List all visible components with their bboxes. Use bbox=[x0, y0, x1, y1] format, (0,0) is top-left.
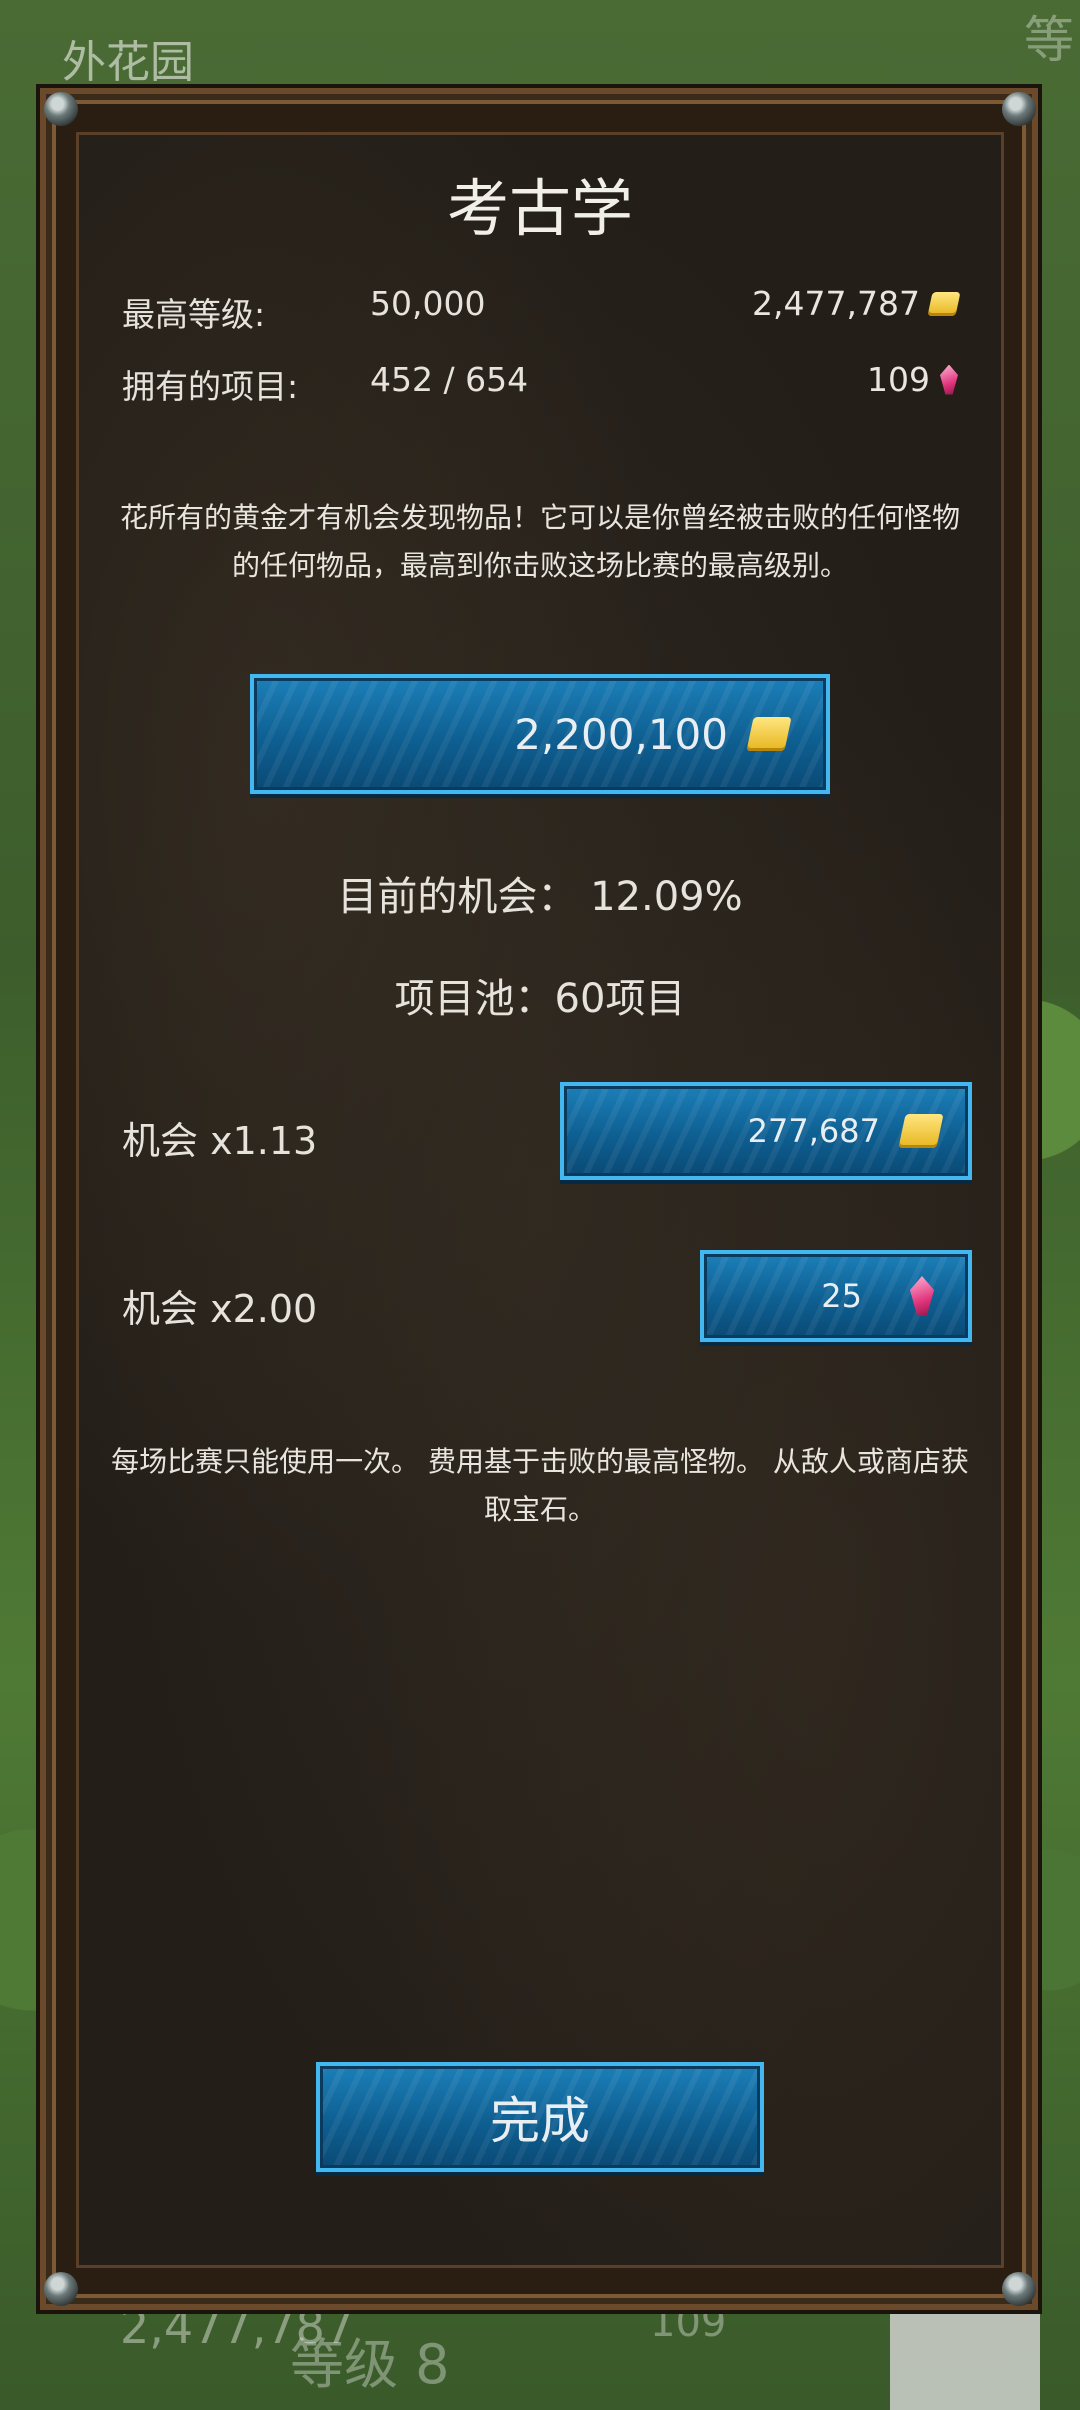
dialog-title: 考古学 bbox=[446, 172, 633, 245]
rivet-icon bbox=[1002, 92, 1036, 126]
items-owned-value: 452 / 654 bbox=[370, 360, 529, 399]
chance-x1-13-button[interactable]: 277,687 bbox=[560, 1082, 972, 1180]
spend-gold-button[interactable]: 2,200,100 bbox=[250, 674, 830, 794]
gem-icon bbox=[940, 364, 958, 395]
gold-total-value: 2,477,787 bbox=[752, 284, 920, 323]
chance-x1-13-cost: 277,687 bbox=[747, 1112, 880, 1150]
gold-icon bbox=[746, 717, 792, 751]
gold-icon bbox=[898, 1114, 944, 1148]
item-pool: 项目池：60项目 bbox=[394, 976, 686, 1022]
chance-x2-00-cost: 25 bbox=[821, 1277, 862, 1315]
spend-gold-value: 2,200,100 bbox=[514, 709, 728, 759]
done-button[interactable]: 完成 bbox=[316, 2062, 764, 2172]
gold-icon bbox=[927, 291, 961, 316]
items-owned-label: 拥有的项目: bbox=[122, 367, 299, 406]
background-level-label: 等级 8 bbox=[290, 2333, 450, 2396]
area-title: 外花园 bbox=[62, 37, 194, 88]
rivet-icon bbox=[1002, 2272, 1036, 2306]
current-chance: 目前的机会： 12.09% bbox=[337, 874, 743, 920]
gem-total: 109 bbox=[867, 360, 958, 399]
done-label: 完成 bbox=[490, 2092, 590, 2150]
gem-total-value: 109 bbox=[867, 360, 930, 399]
footnote-text: 每场比赛只能使用一次。 费用基于击败的最高怪物。 从敌人或商店获取宝石。 bbox=[111, 1445, 969, 1526]
max-level-value: 50,000 bbox=[370, 284, 486, 323]
dialog-panel bbox=[76, 132, 1004, 2268]
chance-x2-00-button[interactable]: 25 bbox=[700, 1250, 972, 1342]
gold-total: 2,477,787 bbox=[752, 284, 961, 323]
max-level-label: 最高等级: bbox=[122, 295, 266, 334]
background-label: 等 bbox=[1024, 11, 1074, 69]
chance-option-label: 机会 x2.00 bbox=[122, 1287, 318, 1331]
background-stone bbox=[890, 2300, 1040, 2410]
gem-icon bbox=[910, 1276, 934, 1316]
rivet-icon bbox=[44, 92, 78, 126]
rivet-icon bbox=[44, 2272, 78, 2306]
chance-option-label: 机会 x1.13 bbox=[122, 1119, 318, 1163]
description-text: 花所有的黄金才有机会发现物品！它可以是你曾经被击败的任何怪物的任何物品，最高到你… bbox=[119, 501, 960, 582]
